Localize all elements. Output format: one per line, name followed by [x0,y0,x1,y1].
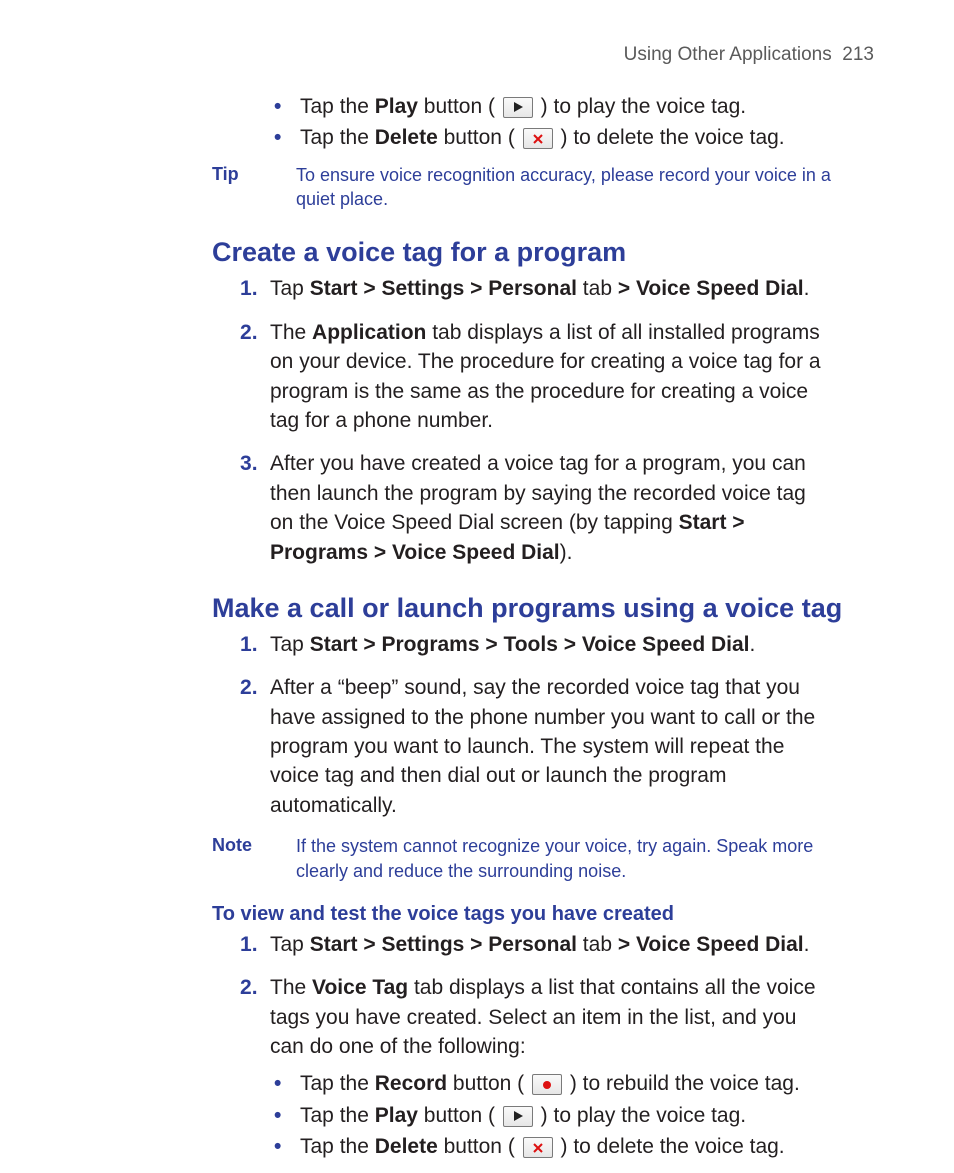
list-item: Tap Start > Settings > Personal tab > Vo… [244,274,834,303]
list-item: The Voice Tag tab displays a list that c… [244,973,834,1161]
record-icon [532,1074,562,1095]
note-label: Note [212,834,296,883]
list-item: Tap the Record button ( ) to rebuild the… [274,1069,834,1098]
delete-icon [523,128,553,149]
tip-text: To ensure voice recognition accuracy, pl… [296,163,894,212]
note-text: If the system cannot recognize your voic… [296,834,894,883]
document-page: Using Other Applications 213 Tap the Pla… [0,0,954,1173]
tip-label: Tip [212,163,296,212]
page-number: 213 [842,44,874,65]
list-item: The Application tab displays a list of a… [244,318,834,436]
section-name: Using Other Applications [624,44,832,65]
note-block: Note If the system cannot recognize your… [60,834,894,883]
subheading-view-test: To view and test the voice tags you have… [60,903,894,926]
section-heading-make-call: Make a call or launch programs using a v… [60,593,894,624]
section-heading-create: Create a voice tag for a program [60,237,894,268]
delete-icon [523,1137,553,1158]
create-list: Tap Start > Settings > Personal tab > Vo… [60,274,894,567]
list-item: Tap the Delete button ( ) to delete the … [274,1132,834,1161]
list-item: After a “beep” sound, say the recorded v… [244,673,834,820]
play-icon [503,1106,533,1127]
list-item: Tap Start > Programs > Tools > Voice Spe… [244,630,834,659]
running-header: Using Other Applications 213 [60,44,894,66]
intro-bullet-list: Tap the Play button ( ) to play the voic… [60,92,894,153]
list-item: Tap the Delete button ( ) to delete the … [274,123,894,152]
play-icon [503,97,533,118]
list-item: Tap Start > Settings > Personal tab > Vo… [244,930,834,959]
make-call-list: Tap Start > Programs > Tools > Voice Spe… [60,630,894,820]
view-test-list: Tap Start > Settings > Personal tab > Vo… [60,930,894,1162]
tip-block: Tip To ensure voice recognition accuracy… [60,163,894,212]
list-item: Tap the Play button ( ) to play the voic… [274,1101,834,1130]
list-item: Tap the Play button ( ) to play the voic… [274,92,894,121]
list-item: After you have created a voice tag for a… [244,449,834,567]
sub-bullet-list: Tap the Record button ( ) to rebuild the… [270,1069,834,1161]
